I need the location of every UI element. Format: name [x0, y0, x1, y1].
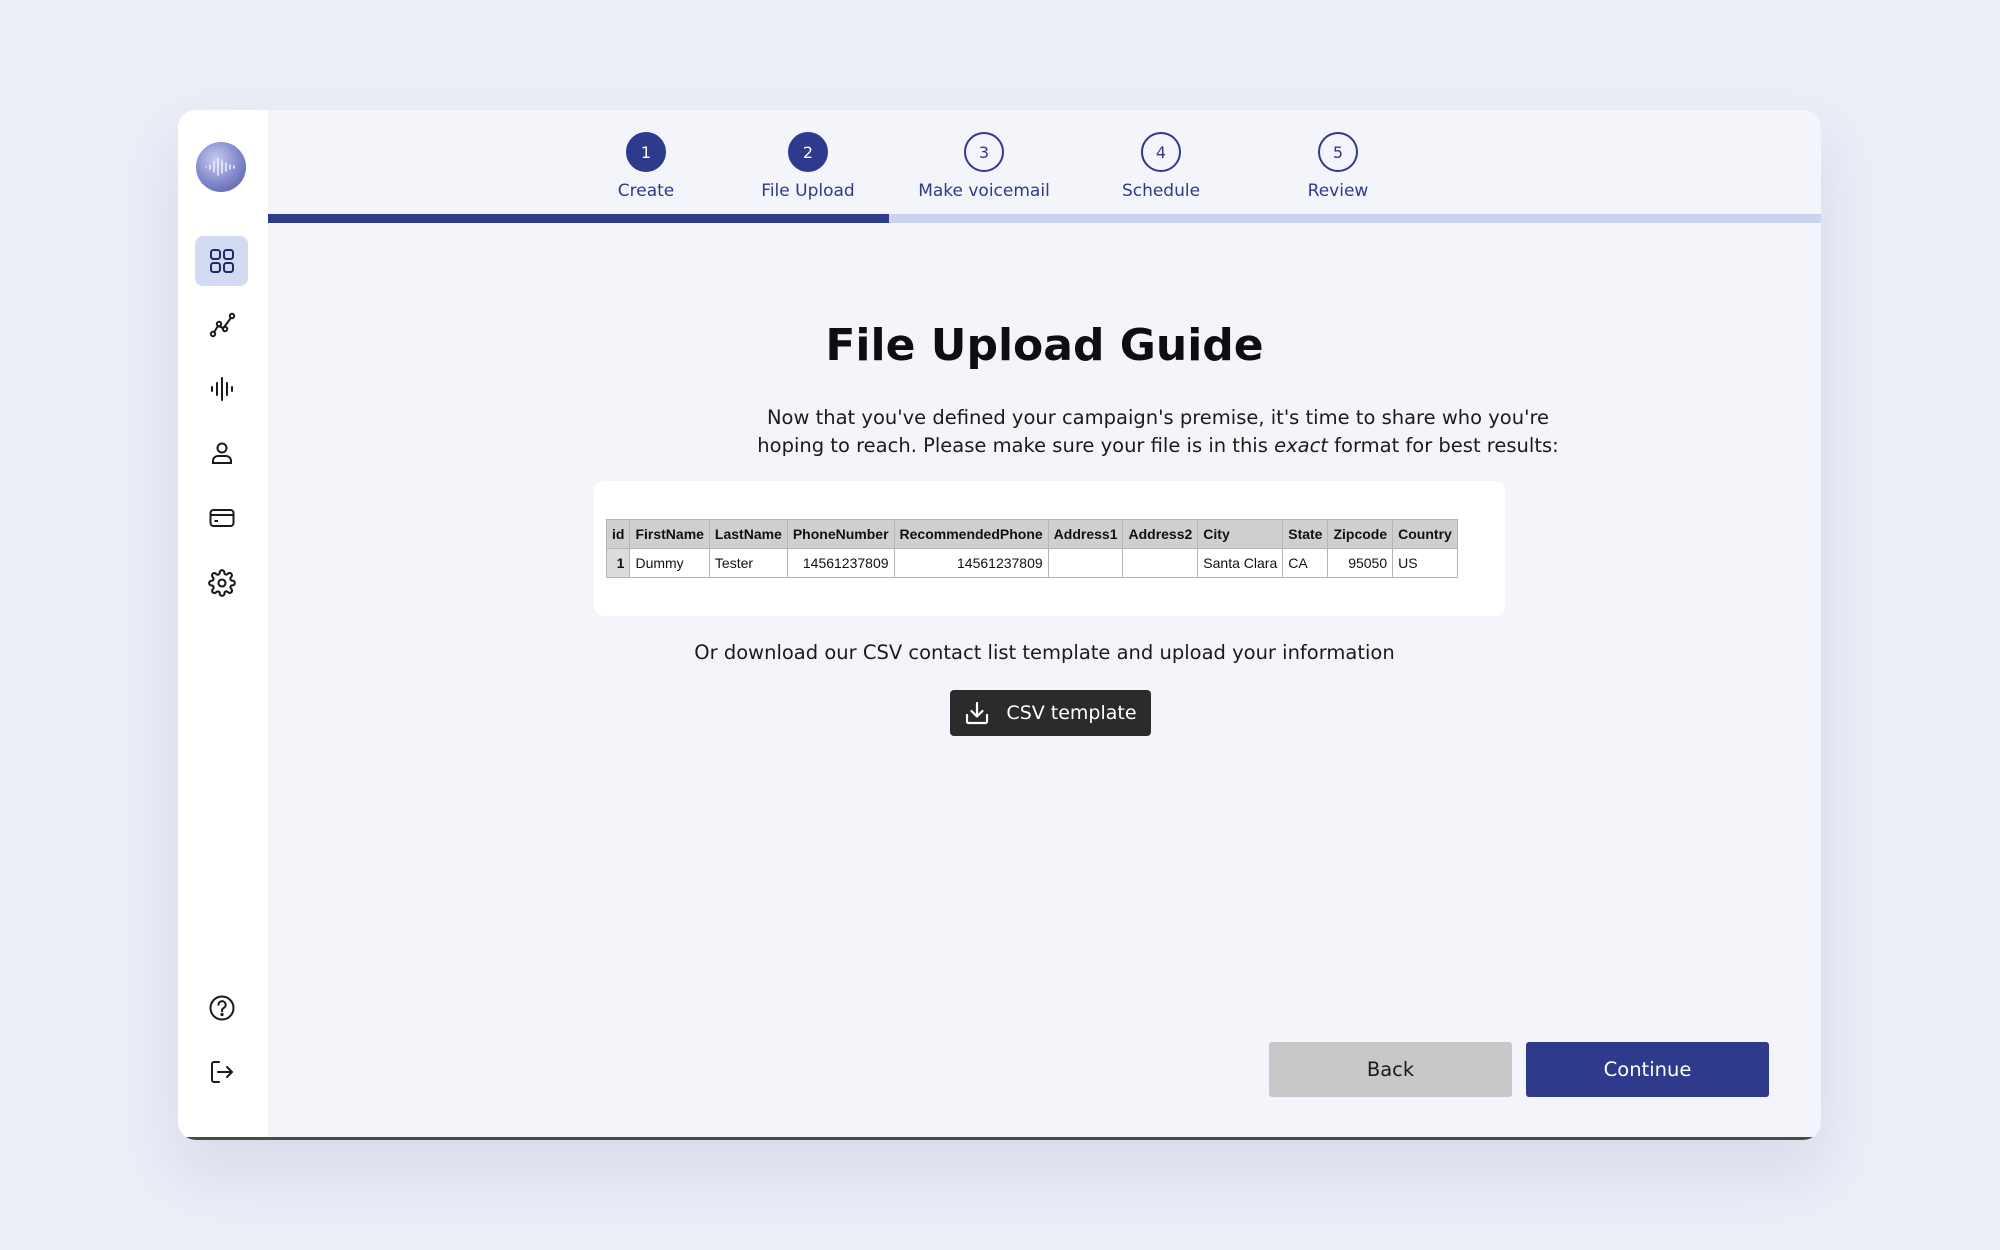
column-header: City — [1197, 519, 1284, 549]
description-line-2: hoping to reach. Please make sure your f… — [658, 432, 1658, 460]
column-header: Address2 — [1122, 519, 1199, 549]
app-logo[interactable] — [196, 142, 246, 192]
step-review[interactable]: 5 Review — [1248, 132, 1428, 201]
sample-format-table: id FirstName LastName PhoneNumber Recomm… — [605, 519, 1458, 578]
back-button[interactable]: Back — [1269, 1042, 1512, 1097]
table-cell: Tester — [708, 548, 788, 578]
step-create[interactable]: 1 Create — [556, 132, 736, 201]
step-number: 4 — [1141, 132, 1181, 172]
table-cell: 1 — [605, 548, 631, 578]
table-cell: 14561237809 — [786, 548, 895, 578]
logout-icon — [210, 1061, 233, 1083]
sidebar-item-contacts[interactable] — [195, 428, 248, 478]
logo-wave-icon — [205, 158, 235, 176]
user-icon — [211, 442, 232, 464]
table-row: 1 Dummy Tester 14561237809 14561237809 S… — [605, 548, 1458, 578]
column-header: FirstName — [629, 519, 710, 549]
table-cell: Dummy — [629, 548, 710, 578]
column-header: RecommendedPhone — [893, 519, 1049, 549]
table-cell: 14561237809 — [893, 548, 1049, 578]
step-label: Review — [1307, 181, 1369, 201]
step-number: 5 — [1318, 132, 1358, 172]
csv-template-button[interactable]: CSV template — [950, 690, 1151, 736]
step-label: Schedule — [1121, 181, 1201, 201]
progress-bar-fill — [268, 214, 890, 223]
grid-icon — [209, 249, 234, 273]
column-header: id — [605, 519, 631, 549]
step-label: File Upload — [761, 181, 855, 201]
download-icon — [966, 701, 989, 725]
step-label: Make voicemail — [918, 181, 1050, 201]
app-window: 1 Create 2 File Upload 3 Make voicemail … — [178, 110, 1821, 1140]
sidebar-item-analytics[interactable] — [195, 300, 248, 350]
window-bottom-border — [184, 1137, 1815, 1140]
table-cell: US — [1392, 548, 1458, 578]
step-schedule[interactable]: 4 Schedule — [1071, 132, 1251, 201]
upload-description: Now that you've defined your campaign's … — [658, 404, 1658, 460]
sidebar-item-billing[interactable] — [195, 493, 248, 543]
description-line-1: Now that you've defined your campaign's … — [766, 406, 1550, 429]
sidebar — [178, 110, 268, 1140]
description-emphasis: exact — [1274, 434, 1328, 457]
table-header-row: id FirstName LastName PhoneNumber Recomm… — [605, 519, 1458, 549]
sidebar-item-voicemail[interactable] — [195, 364, 248, 414]
download-template-text: Or download our CSV contact list templat… — [694, 641, 1395, 664]
sample-format-card: id FirstName LastName PhoneNumber Recomm… — [594, 481, 1505, 616]
step-file-upload[interactable]: 2 File Upload — [718, 132, 898, 201]
csv-template-label: CSV template — [1006, 702, 1137, 724]
step-number: 3 — [964, 132, 1004, 172]
step-number: 2 — [788, 132, 828, 172]
credit-card-icon — [209, 509, 234, 527]
audio-wave-icon — [210, 377, 233, 401]
stepper: 1 Create 2 File Upload 3 Make voicemail … — [268, 110, 1821, 225]
column-header: State — [1282, 519, 1329, 549]
column-header: LastName — [708, 519, 788, 549]
gear-icon — [207, 569, 236, 597]
step-number: 1 — [626, 132, 666, 172]
sidebar-item-settings[interactable] — [195, 558, 248, 608]
description-text: hoping to reach. Please make sure your f… — [757, 434, 1275, 457]
column-header: PhoneNumber — [786, 519, 895, 549]
step-make-voicemail[interactable]: 3 Make voicemail — [894, 132, 1074, 201]
description-text: format for best results: — [1327, 434, 1559, 457]
table-cell — [1122, 548, 1199, 578]
progress-bar — [268, 214, 1821, 223]
column-header: Country — [1392, 519, 1458, 549]
column-header: Address1 — [1047, 519, 1124, 549]
graph-icon — [209, 312, 235, 338]
page-title: File Upload Guide — [825, 320, 1264, 371]
table-cell — [1047, 548, 1124, 578]
table-cell: 95050 — [1327, 548, 1394, 578]
help-icon — [209, 995, 234, 1021]
sidebar-item-dashboard[interactable] — [195, 236, 248, 286]
step-label: Create — [617, 181, 675, 201]
column-header: Zipcode — [1327, 519, 1394, 549]
table-cell: CA — [1282, 548, 1329, 578]
sidebar-item-logout[interactable] — [195, 1047, 248, 1097]
table-cell: Santa Clara — [1197, 548, 1284, 578]
continue-button[interactable]: Continue — [1526, 1042, 1769, 1097]
sidebar-item-help[interactable] — [195, 983, 248, 1033]
